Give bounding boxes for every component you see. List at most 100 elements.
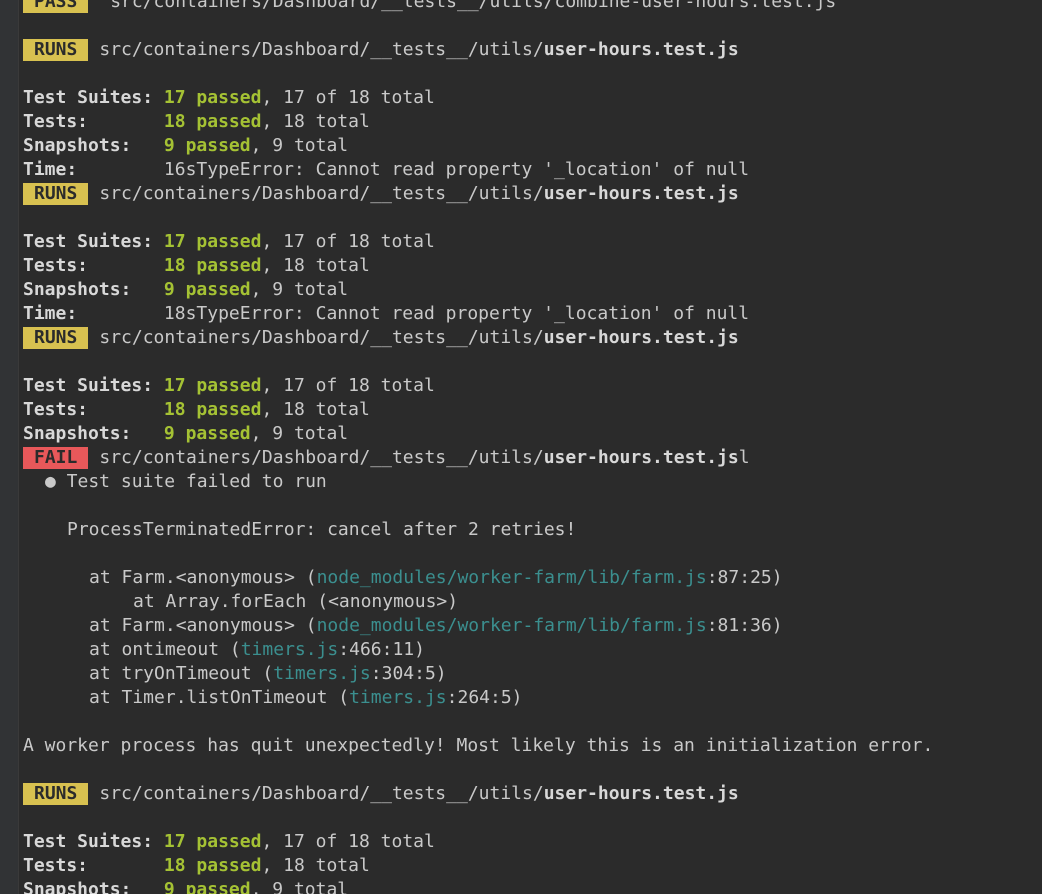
test-file-name: user-hours.test.js	[543, 39, 739, 60]
suites-line: Test Suites: 17 passed, 17 of 18 total	[23, 830, 1042, 854]
suites-line: Test Suites: 17 passed, 17 of 18 total	[23, 374, 1042, 398]
pass-badge: PASS	[23, 0, 89, 13]
snapshots-line: Snapshots: 9 passed, 9 total	[23, 278, 1042, 302]
stack-frame-text: at Farm.<anonymous> (	[89, 615, 317, 636]
snapshots-line: Snapshots: 9 passed, 9 total	[23, 134, 1042, 158]
fail-badge: FAIL	[23, 447, 89, 469]
suites-passed: 17 passed	[163, 87, 262, 108]
failure-bullet: ● Test suite failed to run	[45, 471, 327, 492]
tests-total: , 18 total	[261, 255, 370, 276]
stack-file-link[interactable]: node_modules/worker-farm/lib/farm.js	[317, 615, 707, 636]
snapshots-total: , 9 total	[250, 135, 349, 156]
tests-passed: 18 passed	[163, 255, 262, 276]
test-path-prefix: src/containers/Dashboard/__tests__/utils…	[99, 783, 544, 804]
runs-line: RUNS src/containers/Dashboard/__tests__/u…	[23, 326, 1042, 350]
test-path: src/containers/Dashboard/__tests__/utils…	[99, 0, 837, 12]
test-file-name: user-hours.test.js	[543, 447, 739, 468]
snapshots-passed: 9 passed	[163, 135, 251, 156]
tests-passed: 18 passed	[163, 111, 262, 132]
fail-line: FAIL src/containers/Dashboard/__tests__/u…	[23, 446, 1042, 470]
test-path-prefix: src/containers/Dashboard/__tests__/utils…	[99, 183, 544, 204]
stack-frame: at Farm.<anonymous> (node_modules/worker…	[23, 566, 1042, 590]
stack-frame: at Timer.listOnTimeout (timers.js:264:5)	[23, 686, 1042, 710]
snapshots-passed: 9 passed	[163, 279, 251, 300]
stack-frame-text: at Timer.listOnTimeout (	[89, 687, 350, 708]
suites-label: Test Suites:	[23, 831, 154, 852]
stack-frame-text: at tryOnTimeout (	[89, 663, 274, 684]
snapshots-total: , 9 total	[250, 423, 349, 444]
runs-line: RUNS src/containers/Dashboard/__tests__/u…	[23, 38, 1042, 62]
stack-frame-text: at Array.forEach (<anonymous>)	[133, 591, 459, 612]
stack-file-link[interactable]: timers.js	[273, 663, 371, 684]
stack-frame: at tryOnTimeout (timers.js:304:5)	[23, 662, 1042, 686]
stack-file-link[interactable]: timers.js	[349, 687, 447, 708]
worker-message: A worker process has quit unexpectedly! …	[23, 735, 934, 756]
tests-total: , 18 total	[261, 399, 370, 420]
stack-frame: at Farm.<anonymous> (node_modules/worker…	[23, 614, 1042, 638]
stack-frame-location: :466:11)	[338, 639, 425, 660]
error-message: ProcessTerminatedError: cancel after 2 r…	[67, 519, 577, 540]
stack-frame-location: :81:36)	[706, 615, 783, 636]
tests-line: Tests: 18 passed, 18 total	[23, 854, 1042, 878]
suites-label: Test Suites:	[23, 375, 154, 396]
test-path-prefix: src/containers/Dashboard/__tests__/utils…	[99, 39, 544, 60]
test-path-prefix: src/containers/Dashboard/__tests__/utils…	[99, 447, 544, 468]
suites-passed: 17 passed	[163, 231, 262, 252]
tests-passed: 18 passed	[163, 855, 262, 876]
runs-line: RUNS src/containers/Dashboard/__tests__/u…	[23, 782, 1042, 806]
stack-frame-location: :304:5)	[370, 663, 447, 684]
time-line: Time: 16sTypeError: Cannot read property…	[23, 158, 1042, 182]
stack-file-link[interactable]: node_modules/worker-farm/lib/farm.js	[317, 567, 707, 588]
tests-label: Tests:	[23, 111, 89, 132]
suites-total: , 17 of 18 total	[261, 231, 435, 252]
runs-badge: RUNS	[23, 39, 89, 61]
runs-line: RUNS src/containers/Dashboard/__tests__/u…	[23, 182, 1042, 206]
snapshots-label: Snapshots:	[23, 135, 132, 156]
snapshots-label: Snapshots:	[23, 279, 132, 300]
snapshots-label: Snapshots:	[23, 879, 132, 894]
suites-passed: 17 passed	[163, 375, 262, 396]
trailing-char: l	[738, 447, 750, 468]
tests-label: Tests:	[23, 399, 89, 420]
snapshots-total: , 9 total	[250, 879, 349, 894]
test-path-prefix: src/containers/Dashboard/__tests__/utils…	[99, 327, 544, 348]
suites-label: Test Suites:	[23, 231, 154, 252]
suites-line: Test Suites: 17 passed, 17 of 18 total	[23, 86, 1042, 110]
editor-gutter	[0, 0, 19, 894]
tests-passed: 18 passed	[163, 399, 262, 420]
stack-frame: at ontimeout (timers.js:466:11)	[23, 638, 1042, 662]
suites-total: , 17 of 18 total	[261, 831, 435, 852]
snapshots-passed: 9 passed	[163, 879, 251, 894]
suites-label: Test Suites:	[23, 87, 154, 108]
tests-line: Tests: 18 passed, 18 total	[23, 254, 1042, 278]
tests-total: , 18 total	[261, 855, 370, 876]
tests-line: Tests: 18 passed, 18 total	[23, 398, 1042, 422]
suites-total: , 17 of 18 total	[261, 375, 435, 396]
stack-frame: at Array.forEach (<anonymous>)	[23, 590, 1042, 614]
time-value: 16sTypeError: Cannot read property '_loc…	[163, 159, 750, 180]
test-file-name: user-hours.test.js	[543, 183, 739, 204]
snapshots-total: , 9 total	[250, 279, 349, 300]
time-label: Time:	[23, 159, 78, 180]
runs-badge: RUNS	[23, 783, 89, 805]
time-value: 18sTypeError: Cannot read property '_loc…	[163, 303, 750, 324]
suites-line: Test Suites: 17 passed, 17 of 18 total	[23, 230, 1042, 254]
stack-file-link[interactable]: timers.js	[241, 639, 339, 660]
time-line: Time: 18sTypeError: Cannot read property…	[23, 302, 1042, 326]
test-file-name: user-hours.test.js	[543, 783, 739, 804]
tests-label: Tests:	[23, 255, 89, 276]
tests-total: , 18 total	[261, 111, 370, 132]
stack-frame-location: :264:5)	[446, 687, 523, 708]
suites-total: , 17 of 18 total	[261, 87, 435, 108]
tests-label: Tests:	[23, 855, 89, 876]
runs-badge: RUNS	[23, 183, 89, 205]
runs-badge: RUNS	[23, 327, 89, 349]
